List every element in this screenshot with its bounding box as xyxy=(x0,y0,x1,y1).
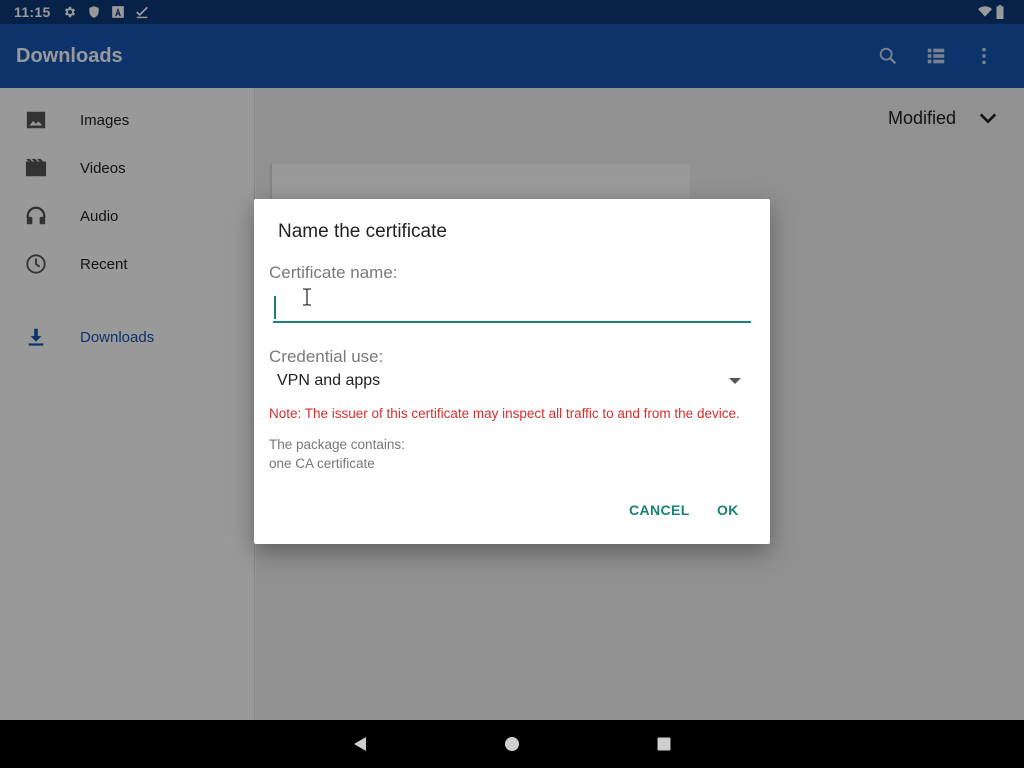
package-contents-label: The package contains: xyxy=(269,437,405,452)
certificate-dialog: Name the certificate Certificate name: C… xyxy=(254,199,770,544)
home-icon[interactable] xyxy=(496,728,528,760)
dialog-title: Name the certificate xyxy=(278,221,447,242)
credential-use-select[interactable]: VPN and apps xyxy=(269,367,755,395)
credential-use-value: VPN and apps xyxy=(277,372,381,389)
certificate-name-label: Certificate name: xyxy=(269,263,398,282)
back-icon[interactable] xyxy=(344,728,376,760)
package-contents-value: one CA certificate xyxy=(269,456,375,471)
cancel-button[interactable]: CANCEL xyxy=(629,502,690,518)
recents-icon[interactable] xyxy=(648,728,680,760)
issuer-warning-note: Note: The issuer of this certificate may… xyxy=(269,406,740,421)
dropdown-arrow-icon xyxy=(729,378,741,384)
system-nav-bar xyxy=(0,720,1024,768)
certificate-name-input[interactable] xyxy=(273,289,751,323)
text-cursor-icon xyxy=(302,288,312,306)
credential-use-label: Credential use: xyxy=(269,347,384,366)
ok-button[interactable]: OK xyxy=(717,502,739,518)
text-caret xyxy=(274,296,276,319)
